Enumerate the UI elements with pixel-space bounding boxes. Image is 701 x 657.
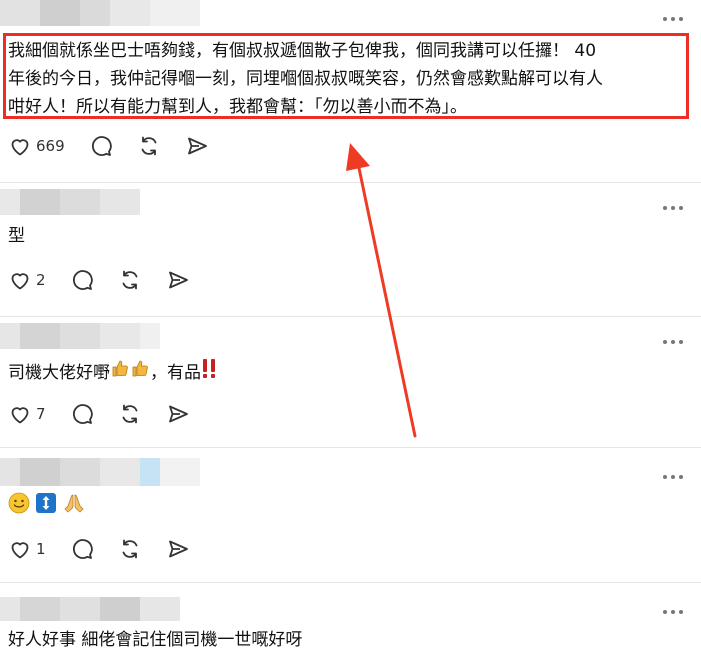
annotation-arrow bbox=[346, 143, 417, 438]
